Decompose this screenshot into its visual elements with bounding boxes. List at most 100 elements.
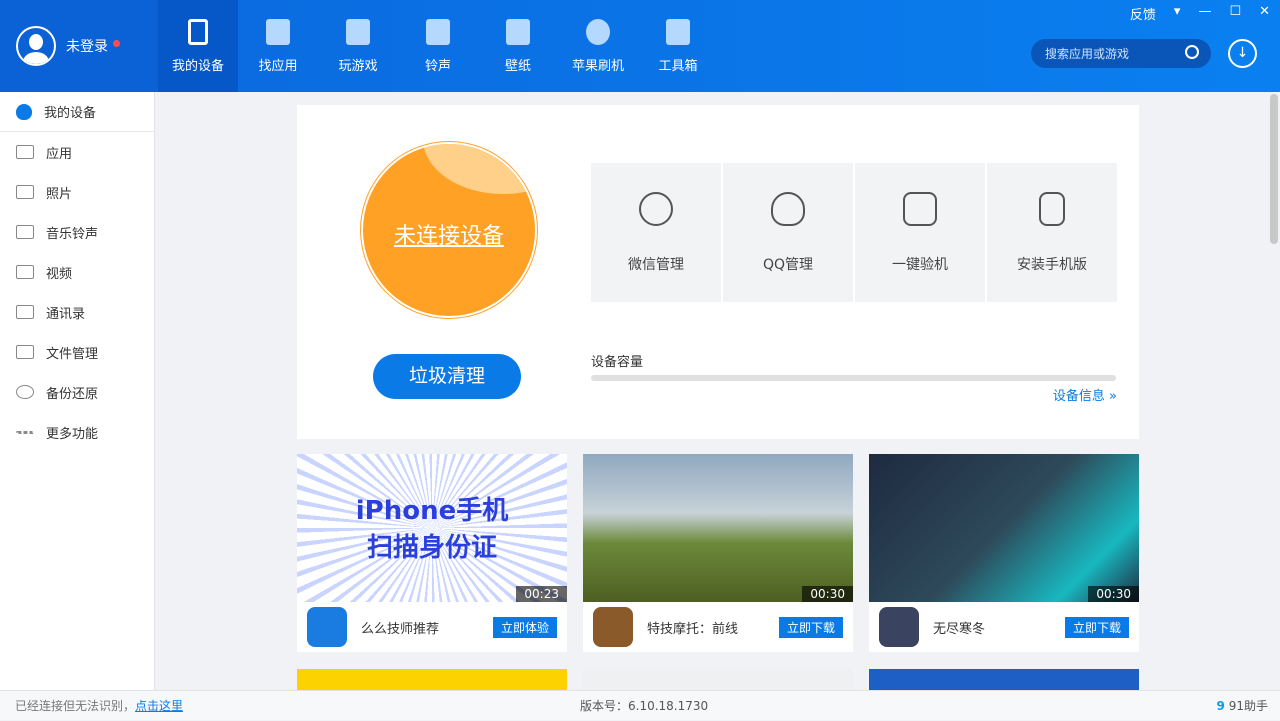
tool-label: 一键验机 [892, 256, 948, 273]
video-thumbnail[interactable]: 00:30 [583, 454, 853, 602]
phone-search-icon [903, 191, 937, 226]
nav-label: 铃声 [424, 58, 451, 74]
sidebar-item-video[interactable]: 视频 [0, 252, 154, 292]
phone-icon [188, 18, 208, 45]
sidebar-item-backup[interactable]: 备份还原 [0, 372, 154, 412]
nav-ringtones[interactable]: 铃声 [398, 0, 478, 92]
duration: 00:30 [802, 586, 853, 602]
promo-tile-partial[interactable] [869, 669, 1139, 690]
capacity-label: 设备容量 [591, 355, 644, 370]
promo-tile[interactable]: 00:30 特技摩托：前线 立即下载 [583, 454, 853, 652]
banner-line: iPhone手机 [355, 496, 509, 526]
video-thumbnail[interactable]: iPhone手机 扫描身份证 00:23 [297, 454, 567, 602]
sidebar-item-label: 照片 [46, 186, 73, 202]
sidebar-item-label: 视频 [46, 266, 73, 282]
sidebar-item-label: 文件管理 [46, 346, 99, 362]
nav-label: 我的设备 [171, 58, 224, 74]
user-label: 未登录 [66, 39, 108, 55]
try-button[interactable]: 立即体验 [492, 616, 557, 638]
wechat-icon [639, 191, 673, 226]
nav-wallpaper[interactable]: 壁纸 [478, 0, 558, 92]
tool-wechat[interactable]: 微信管理 [591, 163, 721, 302]
tool-verify[interactable]: 一键验机 [855, 163, 985, 302]
version: 版本号：6.10.18.1730 [580, 699, 709, 713]
user-login[interactable]: 未登录 [0, 0, 158, 92]
tool-qq[interactable]: QQ管理 [723, 163, 853, 302]
close-button[interactable]: ✕ [1259, 4, 1270, 23]
download-button[interactable]: 立即下载 [1064, 616, 1129, 638]
scrollbar-thumb[interactable] [1270, 94, 1278, 244]
top-bar: 未登录 我的设备 找应用 玩游戏 铃声 壁纸 苹果刷机 工具箱 反馈 ▾ — ☐… [0, 0, 1280, 92]
nav-label: 玩游戏 [338, 58, 378, 74]
sidebar-item-apps[interactable]: 应用 [0, 132, 154, 172]
download-button[interactable]: 立即下载 [778, 616, 843, 638]
search-icon[interactable] [1185, 45, 1199, 59]
device-status-circle[interactable]: 未连接设备 [361, 142, 537, 318]
sidebar-item-music[interactable]: 音乐铃声 [0, 212, 154, 252]
apple-icon [16, 103, 32, 120]
bag-icon [266, 18, 290, 45]
minimize-button[interactable]: — [1198, 4, 1211, 23]
window-controls: 反馈 ▾ — ☐ ✕ [1130, 4, 1270, 23]
menu-button[interactable]: ▾ [1174, 4, 1181, 23]
promo-tile[interactable]: iPhone手机 扫描身份证 00:23 么么技师推荐 立即体验 [297, 454, 567, 652]
search-input[interactable]: 搜索应用或游戏 [1031, 39, 1211, 68]
sidebar-item-photos[interactable]: 照片 [0, 172, 154, 212]
brand: 9 91助手 [1217, 691, 1268, 721]
search-placeholder: 搜索应用或游戏 [1045, 47, 1130, 61]
toolbox-icon [666, 18, 690, 45]
app-name: 无尽寒冬 [933, 621, 986, 637]
avatar-icon [16, 26, 56, 66]
phone-icon [1039, 191, 1065, 226]
tool-install-mobile[interactable]: 安装手机版 [987, 163, 1117, 302]
nav-my-device[interactable]: 我的设备 [158, 0, 238, 92]
sidebar-item-label: 更多功能 [46, 426, 99, 442]
gamepad-icon [346, 18, 370, 45]
clean-button[interactable]: 垃圾清理 [373, 354, 521, 399]
sidebar-item-contacts[interactable]: 通讯录 [0, 292, 154, 332]
folder-icon [16, 345, 34, 359]
video-icon [16, 265, 34, 279]
sidebar-item-files[interactable]: 文件管理 [0, 332, 154, 372]
tool-label: 微信管理 [628, 256, 684, 273]
refresh-icon [586, 18, 610, 45]
nav-flash[interactable]: 苹果刷机 [558, 0, 638, 92]
device-status[interactable]: 未连接设备 [363, 218, 535, 250]
download-button[interactable]: ↓ [1228, 39, 1257, 68]
download-icon: ↓ [1236, 45, 1249, 61]
scrollbar[interactable] [1268, 92, 1280, 690]
sidebar-item-my-device[interactable]: 我的设备 [0, 92, 154, 132]
nav-label: 找应用 [258, 58, 298, 74]
promo-tile[interactable]: 00:30 无尽寒冬 立即下载 [869, 454, 1139, 652]
feedback-button[interactable]: 反馈 [1130, 4, 1156, 23]
status-bar: 已经连接但无法识别，点击这里 版本号：6.10.18.1730 9 91助手 [0, 690, 1280, 720]
click-here-link[interactable]: 点击这里 [135, 699, 183, 713]
brand-label: 91助手 [1228, 699, 1268, 713]
more-icon [16, 430, 34, 434]
tool-label: QQ管理 [762, 256, 814, 273]
capacity-bar [591, 375, 1116, 381]
qq-icon [771, 191, 805, 226]
status-text: 已经连接但无法识别，点击这里 [15, 691, 183, 721]
video-thumbnail[interactable]: 00:30 [869, 454, 1139, 602]
device-info-link[interactable]: 设备信息 » [1053, 385, 1117, 404]
nav-games[interactable]: 玩游戏 [318, 0, 398, 92]
promo-tile-partial[interactable] [297, 669, 567, 690]
duration: 00:30 [1088, 586, 1139, 602]
nav-find-apps[interactable]: 找应用 [238, 0, 318, 92]
music-icon [426, 18, 450, 45]
nav-toolbox[interactable]: 工具箱 [638, 0, 718, 92]
maximize-button[interactable]: ☐ [1229, 4, 1241, 23]
app-icon [307, 607, 347, 647]
brand-logo-icon: 9 [1216, 699, 1225, 713]
nav-label: 工具箱 [658, 58, 698, 74]
device-card: 未连接设备 垃圾清理 微信管理 QQ管理 一键验机 安装手机版 设备容量 设备信… [297, 105, 1139, 439]
sidebar-item-more[interactable]: 更多功能 [0, 412, 154, 452]
duration: 00:23 [516, 586, 567, 602]
nav-label: 壁纸 [504, 58, 531, 74]
status-message: 已经连接但无法识别， [15, 699, 136, 713]
app-icon [879, 607, 919, 647]
sync-icon [16, 385, 34, 399]
main-nav: 我的设备 找应用 玩游戏 铃声 壁纸 苹果刷机 工具箱 [158, 0, 718, 92]
promo-tile-partial[interactable] [583, 669, 853, 690]
